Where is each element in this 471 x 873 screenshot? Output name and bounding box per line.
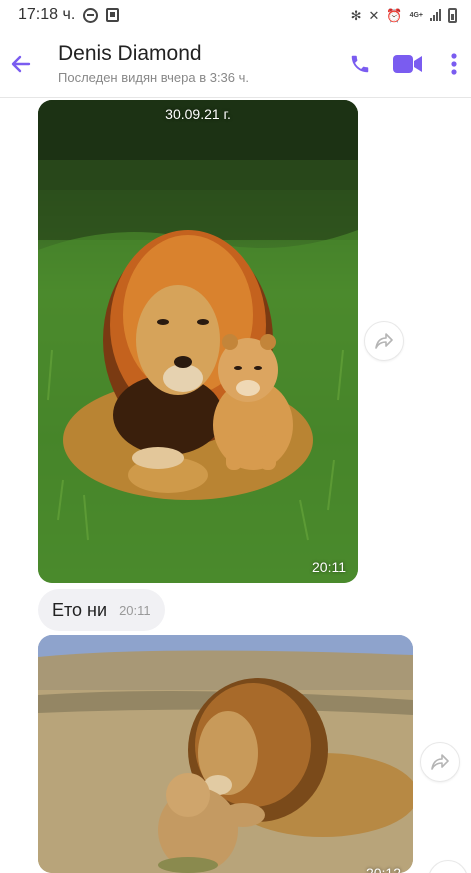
last-seen-status: Последен видян вчера в 3:36 ч. <box>58 69 250 85</box>
phone-icon <box>351 55 369 72</box>
bluetooth-icon: ✻ <box>350 7 362 23</box>
chat-header: Denis Diamond Последен видян вчера в 3:3… <box>0 30 471 98</box>
gallery-notification-icon <box>106 8 120 22</box>
share-arrow-icon <box>431 754 449 770</box>
message-time: 20:12 <box>365 865 401 873</box>
status-left: 17:18 ч. <box>18 6 120 24</box>
do-not-disturb-icon <box>83 7 99 23</box>
mute-icon: ✕ <box>368 7 380 23</box>
back-button[interactable] <box>2 44 40 84</box>
message-text: Ето ни <box>52 599 108 620</box>
signal-icon <box>430 9 441 21</box>
lion-and-cub-savannah-photo <box>38 635 413 873</box>
forward-button[interactable] <box>364 321 404 361</box>
network-type-label: 4G+ <box>409 11 423 19</box>
back-arrow-icon <box>11 55 31 72</box>
photo-message-1[interactable]: 30.09.21 г. 20:11 <box>38 100 358 583</box>
contact-name: Denis Diamond <box>58 41 202 65</box>
video-camera-icon <box>393 54 422 73</box>
video-call-button[interactable] <box>379 44 437 84</box>
lion-and-cub-photo <box>38 100 358 583</box>
more-options-button[interactable] <box>437 44 471 84</box>
forward-button[interactable] <box>420 742 460 782</box>
status-time: 17:18 ч. <box>18 6 76 23</box>
message-time: 20:11 <box>312 559 346 575</box>
contact-info[interactable]: Denis Diamond Последен видян вчера в 3:3… <box>40 41 341 87</box>
message-time: 20:11 <box>119 602 151 618</box>
chat-messages[interactable]: 30.09.21 г. 20:11 Ето ни 20:11 20:12 <box>0 98 471 873</box>
photo-date-overlay: 30.09.21 г. <box>165 106 231 122</box>
status-bar: 17:18 ч. ✻ ✕ ⏰ 4G+ <box>0 0 471 30</box>
share-arrow-icon <box>375 333 393 349</box>
alarm-icon: ⏰ <box>386 7 403 23</box>
photo-message-2[interactable]: 20:12 <box>38 635 413 873</box>
status-right: ✻ ✕ ⏰ 4G+ <box>350 7 457 23</box>
voice-call-button[interactable] <box>341 44 379 84</box>
text-message-bubble[interactable]: Ето ни 20:11 <box>38 589 165 631</box>
more-vert-icon <box>451 52 457 75</box>
scroll-down-button[interactable] <box>428 860 468 873</box>
battery-icon <box>448 7 457 23</box>
